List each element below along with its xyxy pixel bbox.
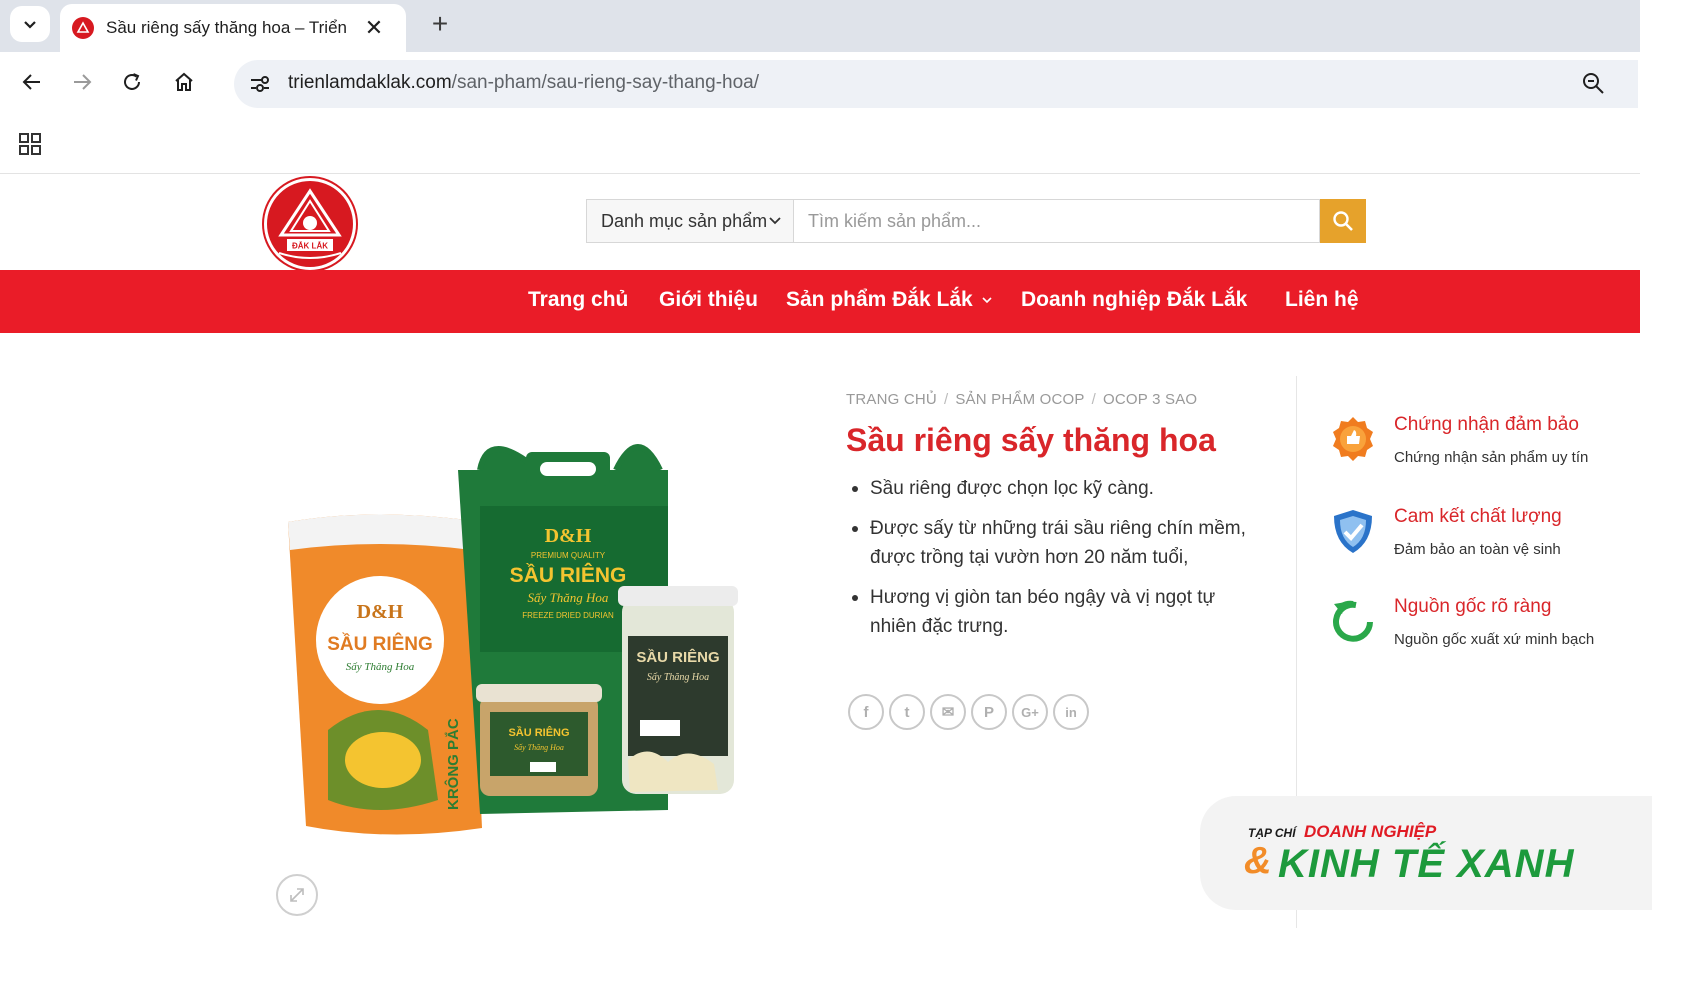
award-icon [1328, 414, 1378, 464]
main-nav: Trang chủ Giới thiệu Sản phẩm Đắk Lắk Do… [0, 270, 1640, 333]
home-button[interactable] [168, 66, 200, 98]
category-select[interactable]: Danh mục sản phẩm [586, 199, 794, 243]
breadcrumb-ocop-products[interactable]: SẢN PHẨM OCOP [955, 391, 1084, 408]
new-tab-button[interactable]: + [424, 8, 456, 40]
refresh-icon [1328, 596, 1378, 646]
feature-item: Được sấy từ những trái sầu riêng chín mề… [846, 514, 1256, 572]
arrow-right-icon [74, 74, 92, 90]
feature-item: Sầu riêng được chọn lọc kỹ càng. [846, 474, 1256, 503]
nav-item-products-label: Sản phẩm Đắk Lắk [786, 288, 973, 311]
breadcrumb-ocop-3-stars[interactable]: OCOP 3 SAO [1103, 391, 1197, 408]
breadcrumb: TRANG CHỦ / SẢN PHẨM OCOP / OCOP 3 SAO [846, 391, 1197, 408]
chevron-down-icon [769, 217, 781, 225]
share-buttons: f t ✉ P G+ in [848, 694, 1089, 730]
active-tab[interactable]: Sầu riêng sấy thăng hoa – Triển ✕ [60, 4, 406, 52]
facebook-icon[interactable]: f [848, 694, 884, 730]
product-image[interactable]: D&H SẦU RIÊNG Sấy Thăng Hoa KRÔNG PẮC D&… [268, 430, 808, 860]
arrow-left-icon [22, 74, 40, 90]
box-en-text: FREEZE DRIED DURIAN [522, 611, 614, 620]
product-photo: D&H SẦU RIÊNG Sấy Thăng Hoa KRÔNG PẮC D&… [288, 444, 738, 835]
magazine-watermark: TẠP CHÍ DOANH NGHIỆP & KINH TẾ XANH [1200, 796, 1652, 910]
bag-name-text: SẦU RIÊNG [327, 633, 433, 655]
benefit-desc: Nguồn gốc xuất xứ minh bạch [1394, 631, 1595, 648]
browser-viewport: Sầu riêng sấy thăng hoa – Triển ✕ + trie… [0, 0, 1682, 1008]
nav-item-home[interactable]: Trang chủ [528, 288, 628, 312]
benefit-title: Chứng nhận đảm bảo [1394, 414, 1579, 435]
small-jar-sub-text: Sấy Thăng Hoa [514, 743, 564, 752]
tab-title: Sầu riêng sấy thăng hoa – Triển [106, 18, 347, 37]
twitter-icon[interactable]: t [889, 694, 925, 730]
googleplus-icon[interactable]: G+ [1012, 694, 1048, 730]
nav-item-products[interactable]: Sản phẩm Đắk Lắk [786, 288, 993, 312]
pinterest-icon[interactable]: P [971, 694, 1007, 730]
tab-close-icon[interactable]: ✕ [362, 15, 386, 40]
site-logo[interactable]: ĐẮK LẮK [264, 178, 356, 270]
tab-strip: Sầu riêng sấy thăng hoa – Triển ✕ + [0, 0, 1640, 52]
url-text[interactable]: trienlamdaklak.com/san-pham/sau-rieng-sa… [288, 72, 759, 94]
search-icon [1333, 211, 1353, 231]
home-icon [175, 72, 193, 91]
bag-sub-text: Sấy Thăng Hoa [346, 661, 415, 673]
watermark-line1: DOANH NGHIỆP [1304, 822, 1437, 841]
nav-item-about[interactable]: Giới thiệu [659, 288, 758, 312]
jar-name-text: SẦU RIÊNG [636, 648, 719, 666]
breadcrumb-home[interactable]: TRANG CHỦ [846, 391, 937, 408]
forward-button[interactable] [66, 66, 98, 98]
logo-emblem-icon: ĐẮK LẮK [278, 188, 342, 259]
benefit-desc: Đảm bảo an toàn vệ sinh [1394, 541, 1561, 558]
bag-brand-text: D&H [357, 601, 404, 623]
browser-toolbar: trienlamdaklak.com/san-pham/sau-rieng-sa… [0, 52, 1640, 112]
chevron-down-icon [24, 21, 36, 29]
reload-button[interactable] [116, 66, 148, 98]
zoom-icon[interactable] [1580, 70, 1608, 98]
box-premium-text: PREMIUM QUALITY [531, 551, 606, 560]
watermark-prefix: TẠP CHÍ [1248, 826, 1296, 840]
back-button[interactable] [16, 66, 48, 98]
site-header: ĐẮK LẮK Danh mục sản phẩm [0, 174, 1640, 270]
logo-text: ĐẮK LẮK [292, 242, 328, 251]
apps-grid-icon[interactable] [18, 132, 42, 156]
watermark-line2: KINH TẾ XANH [1278, 842, 1575, 886]
chevron-down-icon [982, 297, 992, 304]
tab-search-button[interactable] [10, 6, 50, 42]
box-name-text: SẦU RIÊNG [510, 563, 627, 587]
expand-icon [290, 888, 304, 902]
product-title: Sầu riêng sấy thăng hoa [846, 422, 1216, 458]
site-settings-icon[interactable] [248, 72, 272, 96]
search-button[interactable] [1320, 199, 1366, 243]
reload-icon [124, 73, 140, 90]
benefit-desc: Chứng nhận sản phẩm uy tín [1394, 449, 1589, 466]
breadcrumb-separator: / [943, 391, 949, 408]
box-sub-text: Sấy Thăng Hoa [528, 590, 609, 605]
shield-icon [1328, 506, 1378, 556]
watermark-ampersand: & [1244, 840, 1272, 882]
benefit-title: Cam kết chất lượng [1394, 506, 1562, 527]
search-input[interactable] [794, 199, 1320, 243]
url-path: /san-pham/sau-rieng-say-thang-hoa/ [451, 72, 760, 93]
bookmarks-bar [0, 112, 1640, 174]
box-brand-text: D&H [545, 525, 592, 547]
feature-item: Hương vị giòn tan béo ngậy và vị ngọt tự… [846, 583, 1256, 641]
url-domain: trienlamdaklak.com [288, 72, 452, 93]
address-bar[interactable]: trienlamdaklak.com/san-pham/sau-rieng-sa… [234, 60, 1638, 108]
benefit-title: Nguồn gốc rõ ràng [1394, 596, 1552, 617]
site-favicon-icon [72, 17, 94, 39]
jar-sub-text: Sấy Thăng Hoa [647, 672, 709, 683]
email-icon[interactable]: ✉ [930, 694, 966, 730]
image-zoom-button[interactable] [276, 874, 318, 916]
linkedin-icon[interactable]: in [1053, 694, 1089, 730]
small-jar-name-text: SẦU RIÊNG [508, 726, 569, 739]
product-features: Sầu riêng được chọn lọc kỹ càng. Được sấ… [846, 474, 1256, 652]
breadcrumb-separator: / [1091, 391, 1097, 408]
nav-item-businesses[interactable]: Doanh nghiệp Đắk Lắk [1021, 288, 1247, 312]
nav-item-contact[interactable]: Liên hệ [1285, 288, 1359, 312]
category-select-value: Danh mục sản phẩm [601, 210, 768, 231]
bag-side-text: KRÔNG PẮC [444, 718, 462, 810]
